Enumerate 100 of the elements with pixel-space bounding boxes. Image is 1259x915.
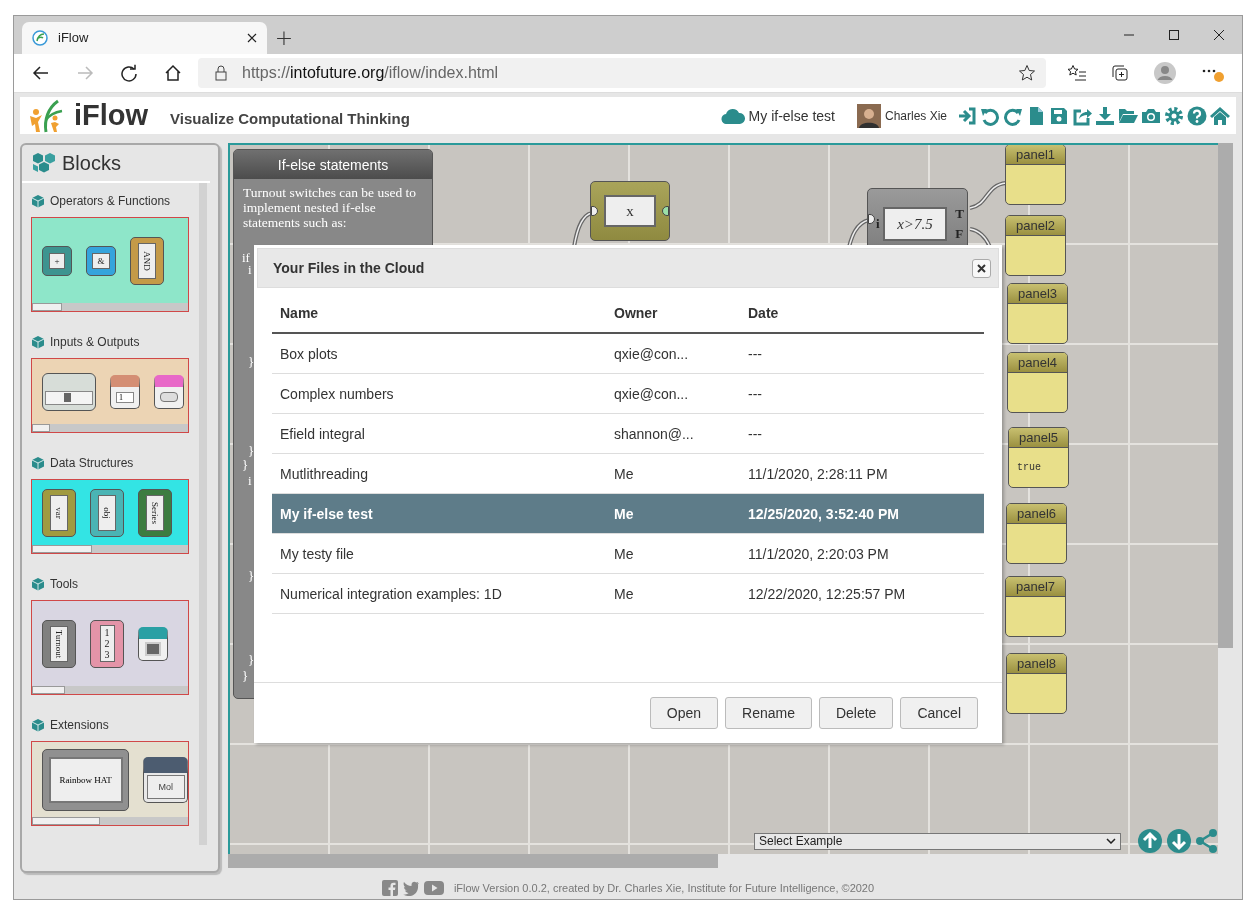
- date-cell-text: 11/1/2020, 2:20:03 PM: [747, 545, 890, 562]
- file-row[interactable]: My testy file Me 11/1/2020, 2:20:03 PM: [272, 534, 984, 574]
- section-label[interactable]: Tools: [50, 577, 78, 591]
- scroll-thumb[interactable]: [1218, 143, 1233, 648]
- file-row[interactable]: Complex numbers qxie@con... ---: [272, 374, 984, 414]
- cube-icon: [31, 456, 45, 470]
- lock-icon: [214, 64, 228, 81]
- dialog-button[interactable]: Open: [649, 697, 718, 729]
- output-panel[interactable]: panel7: [1005, 576, 1066, 637]
- scrollbar[interactable]: [32, 545, 188, 553]
- file-row[interactable]: My if-else test Me 12/25/2020, 3:52:40 PM: [272, 494, 984, 534]
- panel-title: panel3: [1008, 284, 1067, 304]
- operator-block[interactable]: +: [42, 245, 72, 276]
- code-block[interactable]: AND: [130, 236, 164, 285]
- save-icon[interactable]: [1049, 105, 1069, 126]
- scrollbar[interactable]: [32, 817, 188, 825]
- panel-title: panel4: [1008, 353, 1067, 373]
- refresh-icon[interactable]: [120, 63, 138, 82]
- bird-icon[interactable]: [401, 880, 420, 896]
- close-tab-icon[interactable]: [247, 32, 257, 43]
- output-panel[interactable]: panel6: [1006, 503, 1067, 564]
- input-port[interactable]: [591, 206, 598, 216]
- scroll-thumb[interactable]: [32, 424, 50, 432]
- output-panel[interactable]: panel3: [1007, 283, 1068, 344]
- date-cell-text: ---: [747, 345, 763, 362]
- file-name: My if-else test: [748, 107, 835, 124]
- code-text: }: [242, 457, 249, 473]
- arrow-up-icon[interactable]: [1138, 829, 1162, 853]
- output-port[interactable]: [662, 206, 669, 216]
- code-block[interactable]: Series: [138, 488, 172, 537]
- slider-block[interactable]: [42, 372, 96, 411]
- input-port[interactable]: [868, 214, 875, 224]
- favorites-icon[interactable]: [1067, 63, 1087, 82]
- owner-cell-text: Me: [613, 585, 635, 602]
- new-tab-button[interactable]: +: [271, 24, 297, 51]
- maximize-icon[interactable]: [1168, 28, 1180, 41]
- download-icon[interactable]: [1095, 105, 1115, 126]
- output-panel[interactable]: panel5 true: [1008, 427, 1069, 488]
- sequence-block[interactable]: 1 2 3: [90, 619, 124, 668]
- file-name-cell-text: Mutlithreading: [279, 465, 369, 482]
- canvas[interactable]: [228, 143, 1218, 854]
- close-icon[interactable]: [1213, 28, 1225, 41]
- board-block[interactable]: Rainbow HAT: [42, 748, 130, 811]
- section-label[interactable]: Extensions: [50, 718, 109, 732]
- molecule-block[interactable]: Mol: [143, 756, 188, 803]
- code-block[interactable]: x: [590, 181, 670, 241]
- output-panel[interactable]: panel8: [1006, 653, 1067, 714]
- play-icon[interactable]: [423, 881, 444, 895]
- scrollbar[interactable]: [32, 424, 188, 432]
- screen-block[interactable]: [138, 626, 168, 661]
- panel-title: panel1: [1006, 145, 1065, 165]
- code-block[interactable]: obj: [90, 488, 124, 537]
- scroll-thumb[interactable]: [228, 854, 718, 868]
- port-label: i: [876, 216, 881, 232]
- avatar: [856, 103, 881, 128]
- toggle-block[interactable]: [154, 374, 184, 409]
- collections-icon[interactable]: [1111, 63, 1129, 82]
- section-label[interactable]: Inputs & Outputs: [50, 335, 140, 349]
- code-block[interactable]: var: [42, 488, 76, 537]
- output-panel[interactable]: panel2: [1005, 215, 1066, 276]
- file-name-cell-text: My testy file: [279, 545, 355, 562]
- file-row[interactable]: Box plots qxie@con... ---: [272, 334, 984, 374]
- scrollbar[interactable]: [32, 686, 188, 694]
- profile-icon[interactable]: [1153, 60, 1177, 85]
- sign-in-icon[interactable]: [957, 105, 977, 126]
- dropdown-block[interactable]: 1: [110, 374, 140, 409]
- dialog-button[interactable]: Rename: [725, 697, 812, 729]
- scroll-thumb[interactable]: [32, 303, 62, 311]
- section-label[interactable]: Operators & Functions: [50, 194, 171, 208]
- share-icon[interactable]: [1196, 829, 1218, 853]
- back-icon[interactable]: [32, 63, 50, 82]
- dialog-button[interactable]: Cancel: [900, 697, 978, 729]
- scrollbar[interactable]: [199, 183, 207, 845]
- date-cell-text: ---: [747, 385, 763, 402]
- operator-block[interactable]: &: [86, 245, 116, 276]
- owner-cell-text: Me: [613, 505, 635, 522]
- column-header: Date: [747, 305, 780, 321]
- home-icon[interactable]: [164, 63, 182, 82]
- cloud-icon[interactable]: [720, 107, 745, 124]
- dialog-button[interactable]: Delete: [818, 697, 894, 729]
- settings-icon[interactable]: [1164, 105, 1184, 126]
- file-row[interactable]: Efield integral shannon@... ---: [272, 414, 984, 454]
- scroll-thumb[interactable]: [32, 545, 92, 553]
- code-block[interactable]: Turnout: [42, 619, 76, 668]
- output-panel[interactable]: panel1: [1005, 145, 1066, 205]
- browser-tab[interactable]: iFlow: [22, 21, 267, 54]
- note-text: Turnout switches can be used to implement nested if-else statements such as:: [242, 184, 418, 230]
- file-row[interactable]: Numerical integration examples: 1D Me 12/22/2020, 12:25:57 PM: [272, 574, 984, 614]
- section-label[interactable]: Data Structures: [50, 456, 134, 470]
- example-select[interactable]: Select Example: [754, 832, 1121, 850]
- favorite-star-icon[interactable]: [1018, 63, 1036, 82]
- address-field[interactable]: https://intofuture.org/iflow/index.html: [198, 57, 1046, 88]
- help-icon[interactable]: [1187, 105, 1207, 126]
- arrow-down-icon[interactable]: [1167, 829, 1191, 853]
- close-button[interactable]: [972, 258, 991, 278]
- scroll-thumb[interactable]: [32, 817, 100, 825]
- scrollbar[interactable]: [32, 303, 188, 311]
- scroll-thumb[interactable]: [32, 686, 65, 694]
- square-f-icon[interactable]: [381, 880, 398, 896]
- output-panel[interactable]: panel4: [1007, 352, 1068, 413]
